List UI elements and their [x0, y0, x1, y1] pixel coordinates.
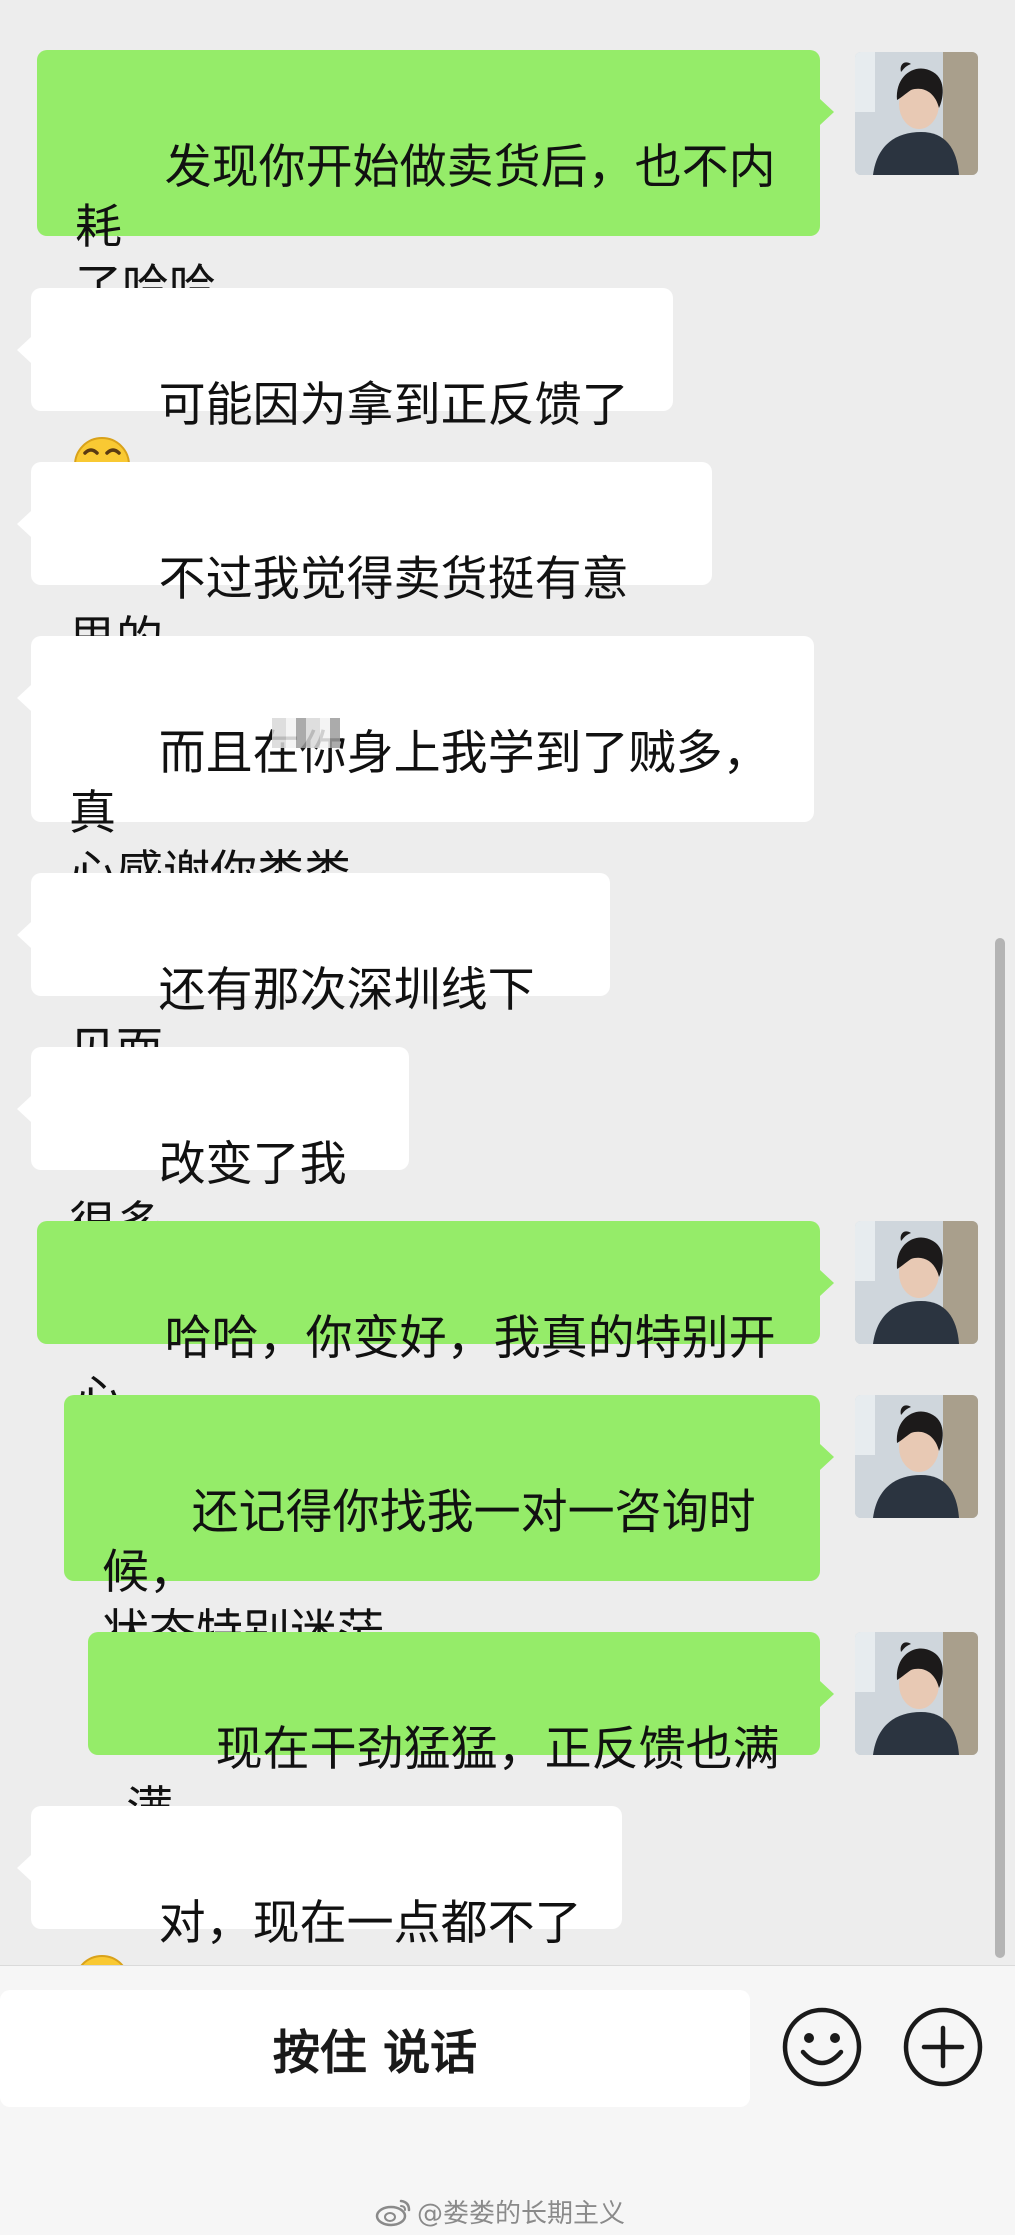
avatar-image — [855, 1632, 978, 1755]
message-bubble-received[interactable]: 不过我觉得卖货挺有意思的 — [17, 462, 712, 667]
avatar[interactable] — [855, 1395, 978, 1518]
message-bubble-sent[interactable]: 发现你开始做卖货后，也不内耗 了哈哈 — [37, 50, 834, 315]
avatar-image — [855, 52, 978, 175]
message-bubble-sent[interactable]: 现在干劲猛猛，正反馈也满满 — [88, 1632, 834, 1837]
hold-to-talk-button[interactable]: 按住 说话 — [0, 1990, 750, 2107]
avatar-image — [855, 1395, 978, 1518]
message-text: 对，现在一点都不了 — [158, 1896, 582, 1951]
mosaic-overlay — [272, 718, 340, 748]
watermark-text: @娄娄的长期主义 — [417, 2199, 626, 2229]
avatar[interactable] — [855, 52, 978, 175]
message-bubble-received[interactable]: 还有那次深圳线下见面 — [17, 873, 610, 1078]
avatar[interactable] — [855, 1632, 978, 1755]
weibo-icon — [375, 2199, 411, 2226]
watermark: @娄娄的长期主义 — [375, 2193, 625, 2230]
message-bubble-sent[interactable]: 哈哈，你变好，我真的特别开心 — [37, 1221, 834, 1426]
message-bubble-received[interactable]: 可能因为拿到正反馈了 — [17, 288, 673, 493]
chat-screen: 发现你开始做卖货后，也不内耗 了哈哈 可能因为拿到正反馈了 — [0, 0, 1015, 2235]
message-list[interactable]: 发现你开始做卖货后，也不内耗 了哈哈 可能因为拿到正反馈了 — [0, 0, 1015, 2011]
message-text: 可能因为拿到正反馈了 — [158, 378, 629, 433]
avatar-image — [855, 1221, 978, 1344]
avatar[interactable] — [855, 1221, 978, 1344]
message-bubble-sent[interactable]: 还记得你找我一对一咨询时候， 状态特别迷茫 — [64, 1395, 834, 1660]
message-bubble-received[interactable]: 而且在你身上我学到了贼多，真 心感谢你娄娄 — [17, 636, 814, 901]
smiley-face-icon[interactable] — [781, 2006, 863, 2088]
scrollbar[interactable] — [995, 938, 1005, 1958]
message-bubble-received[interactable]: 对，现在一点都不了 — [17, 1806, 622, 2011]
hold-to-talk-label: 按住 说话 — [272, 2026, 478, 2081]
plus-circle-icon[interactable] — [902, 2006, 984, 2088]
message-bubble-received[interactable]: 改变了我很多 — [17, 1047, 409, 1252]
